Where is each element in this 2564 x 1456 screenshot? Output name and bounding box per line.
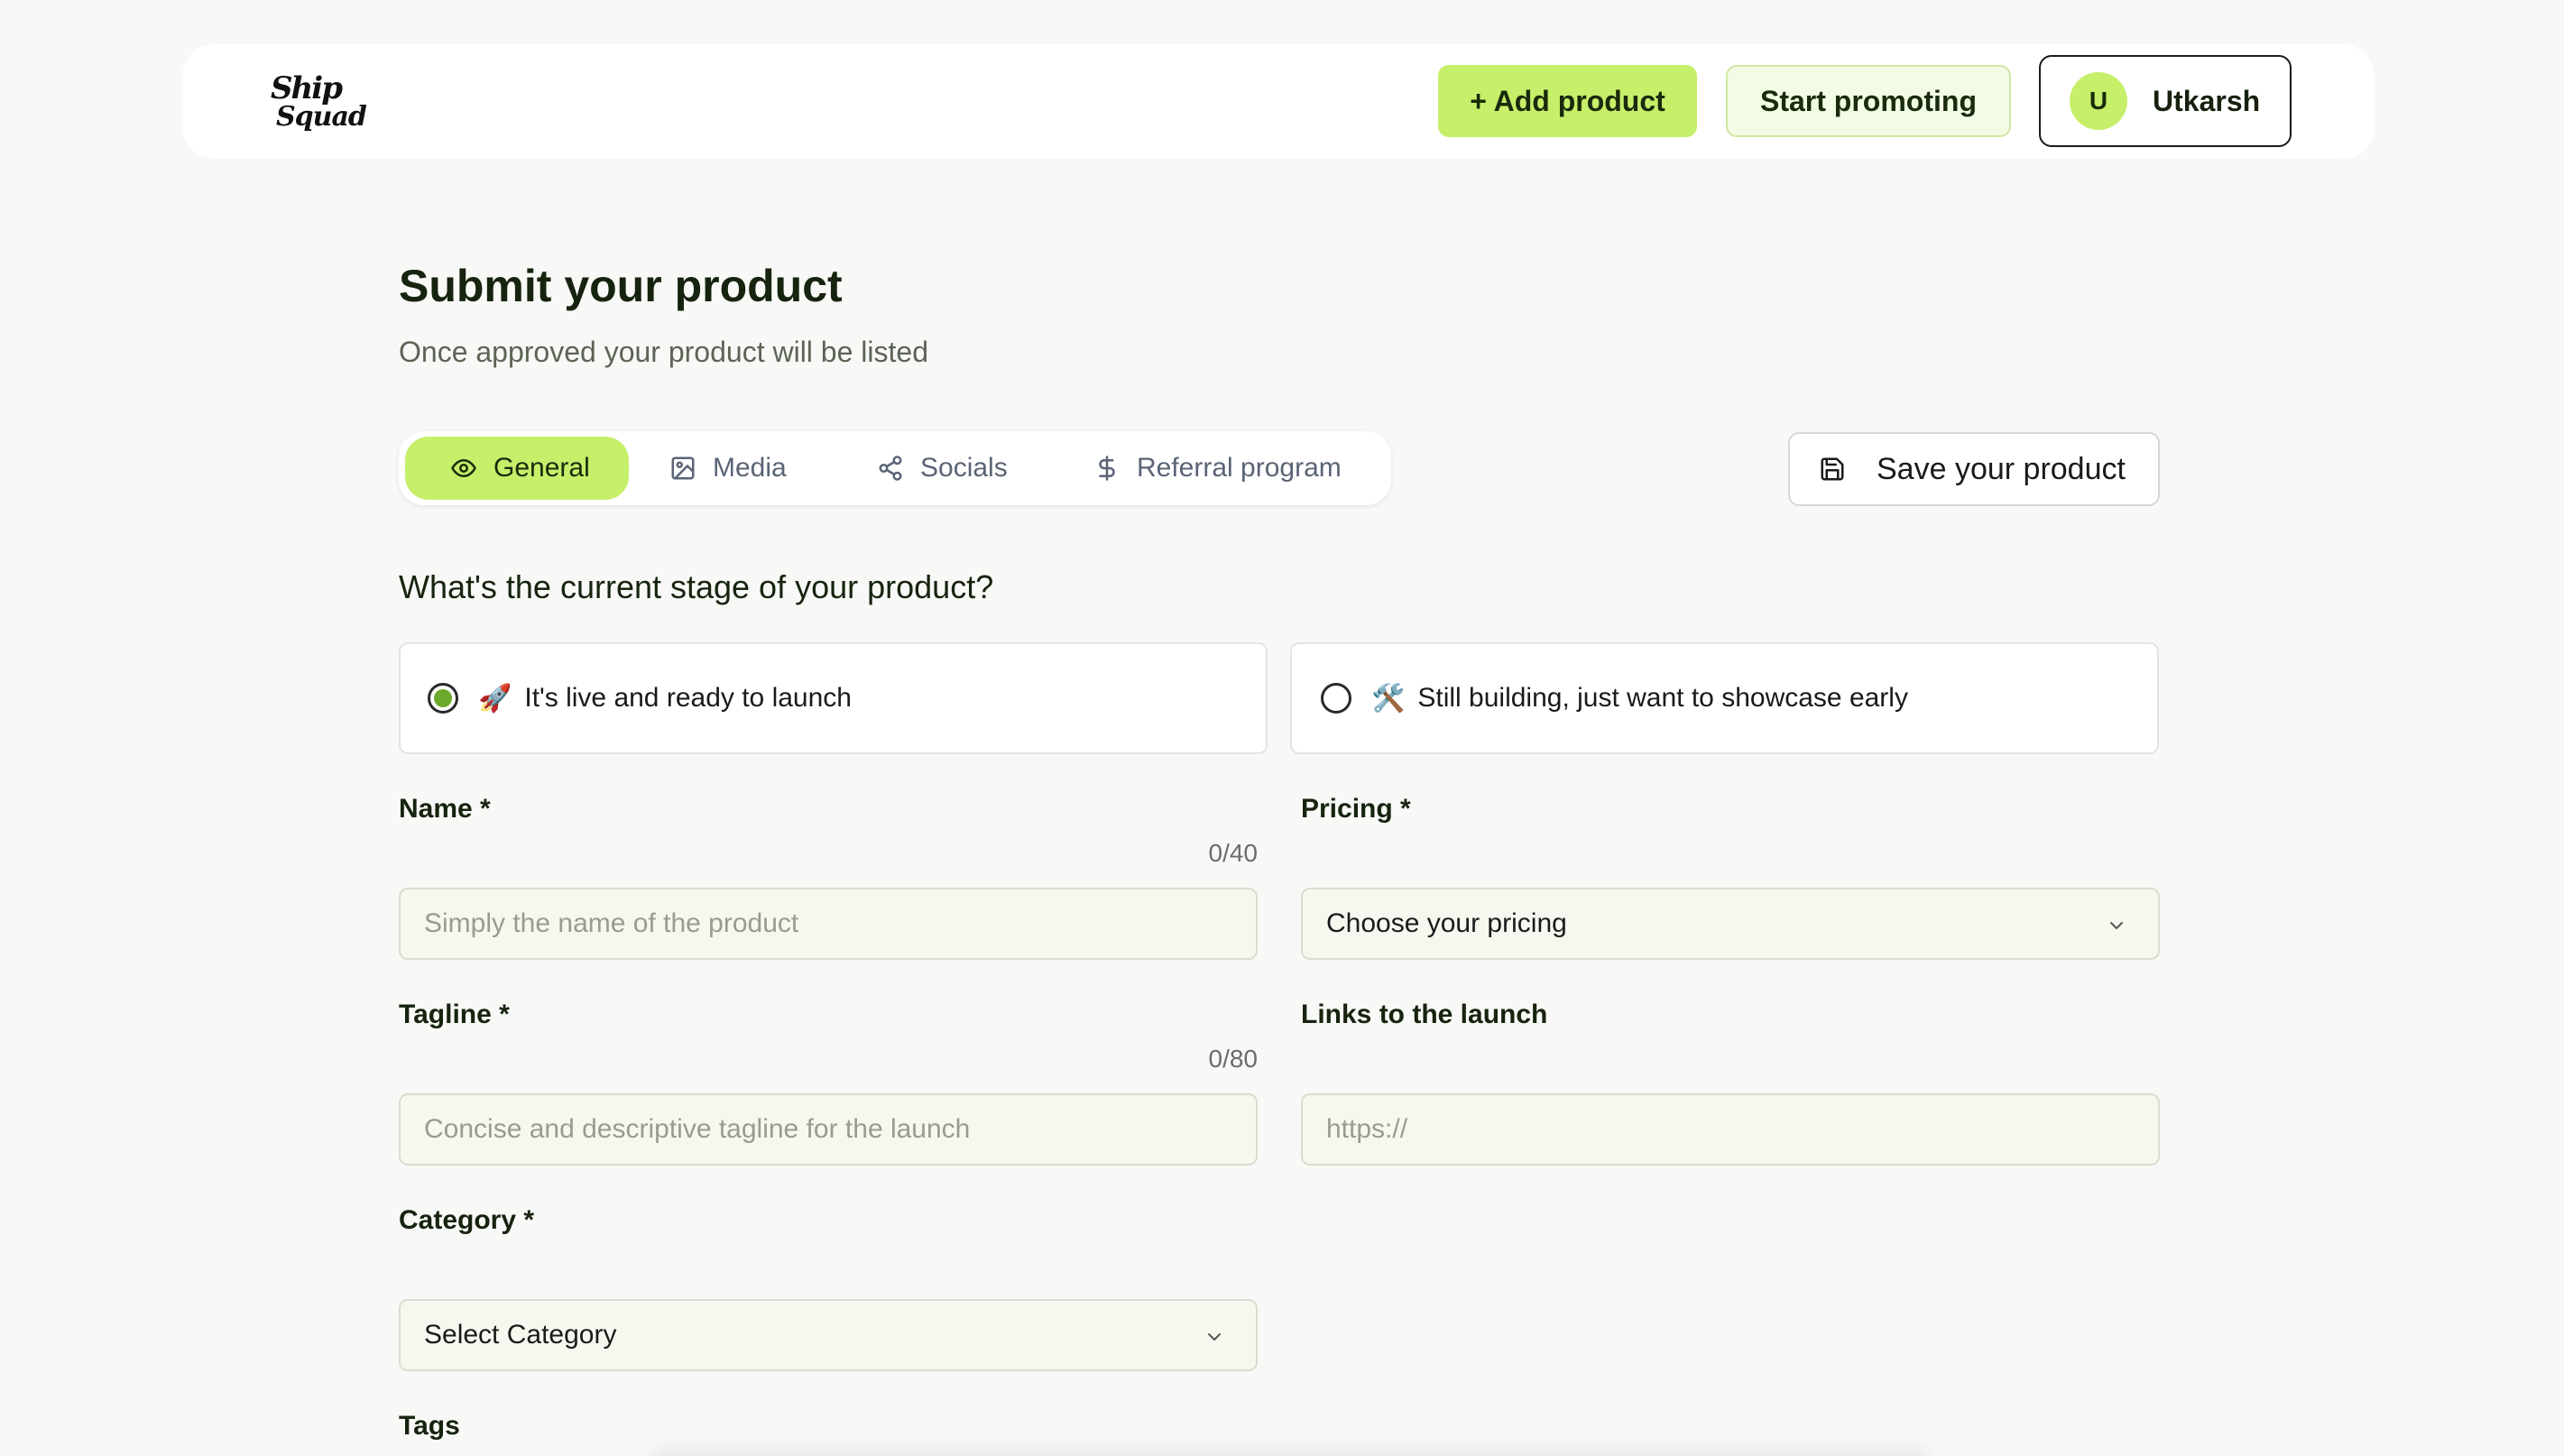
stage-option-live-label: It's live and ready to launch [524,683,852,713]
dollar-icon [1099,456,1115,481]
tab-general[interactable]: General [405,437,629,500]
user-name: Utkarsh [2153,84,2261,117]
tagline-label: Tagline * [399,1000,510,1029]
logo-line-2: Squad [276,101,367,133]
chevron-down-icon [1208,1333,1221,1341]
category-select[interactable]: Select Category [399,1299,1258,1371]
floppy-disk-icon [1821,457,1844,481]
floating-panel-shadow [650,1447,1931,1456]
stage-option-building[interactable]: 🛠️ Still building, just want to showcase… [1290,642,2159,754]
category-label: Category * [399,1205,535,1235]
stage-option-live[interactable]: 🚀 It's live and ready to launch [399,642,1268,754]
tab-media-label: Media [713,453,787,483]
pricing-label: Pricing * [1301,794,1411,824]
name-counter: 0/40 [1208,839,1259,867]
save-button-label: Save your product [1877,451,2126,486]
share-icon [879,456,902,481]
radio-selected[interactable] [428,683,458,714]
start-promoting-button[interactable]: Start promoting [1726,65,2011,137]
category-value: Select Category [424,1320,617,1350]
page-title: Submit your product [399,261,843,311]
page-subtitle: Once approved your product will be liste… [399,336,928,368]
name-label: Name * [399,794,491,824]
tagline-counter: 0/80 [1208,1045,1259,1073]
tagline-placeholder: Concise and descriptive tagline for the … [424,1114,971,1144]
tagline-input[interactable]: Concise and descriptive tagline for the … [399,1093,1258,1166]
tab-socials[interactable]: Socials [877,437,1057,500]
stage-question: What's the current stage of your product… [399,568,994,605]
add-product-button[interactable]: + Add product [1438,65,1697,137]
avatar: U [2070,72,2127,130]
links-input[interactable]: https:// [1301,1093,2160,1166]
radio-dot [434,689,452,707]
tools-icon: 🛠️ [1371,682,1406,714]
top-nav-bar: Ship Squad + Add product Start promoting… [182,44,2375,159]
image-icon [671,456,695,480]
links-label: Links to the launch [1301,1000,1548,1029]
ship-squad-logo[interactable]: Ship Squad [271,67,367,139]
pricing-value: Choose your pricing [1326,908,1567,938]
tags-label: Tags [399,1411,460,1441]
tab-media[interactable]: Media [669,437,850,500]
user-menu-button[interactable]: U Utkarsh [2039,55,2292,147]
name-placeholder: Simply the name of the product [424,908,799,938]
pricing-select[interactable]: Choose your pricing [1301,888,2160,960]
tab-socials-label: Socials [920,453,1008,483]
form-tabs: General Media Socials Referral program [399,431,1391,505]
rocket-icon: 🚀 [478,682,512,714]
tab-general-label: General [493,453,590,483]
eye-icon [451,459,476,477]
radio-unselected[interactable] [1321,683,1351,714]
tab-referral-label: Referral program [1137,453,1342,483]
save-product-button[interactable]: Save your product [1788,432,2160,506]
tab-referral-program[interactable]: Referral program [1093,437,1391,500]
name-input[interactable]: Simply the name of the product [399,888,1258,960]
chevron-down-icon [2110,922,2123,929]
links-placeholder: https:// [1326,1114,1408,1144]
stage-option-building-label: Still building, just want to showcase ea… [1417,683,1908,713]
